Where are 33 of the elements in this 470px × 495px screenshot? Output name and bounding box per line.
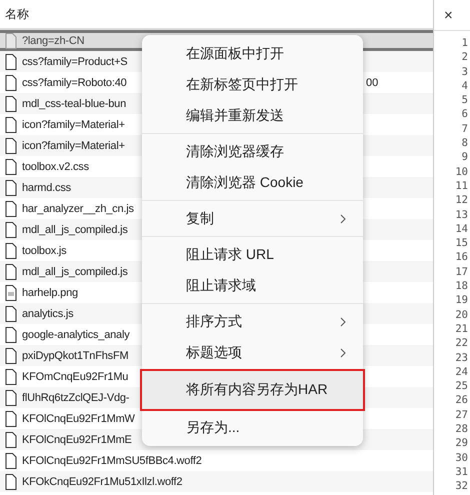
line-number: 16: [454, 250, 469, 265]
line-number: 22: [454, 336, 469, 351]
line-number: 20: [454, 308, 469, 322]
line-number: 25: [454, 379, 469, 394]
line-number: 32: [454, 479, 469, 494]
line-number: 1: [460, 36, 469, 50]
line-number: 3: [460, 64, 469, 79]
line-number: 5: [460, 93, 469, 108]
row-text: 00: [366, 76, 378, 88]
line-number: 31: [454, 464, 469, 480]
line-number: 27: [454, 408, 469, 422]
line-number: 29: [454, 436, 469, 451]
line-number: 26: [454, 393, 469, 408]
line-number: 7: [460, 122, 469, 136]
line-number: 12: [454, 193, 469, 208]
line-number: 24: [454, 364, 469, 380]
line-number: 14: [454, 222, 469, 236]
line-number: 10: [454, 164, 469, 179]
line-number: 28: [454, 422, 469, 436]
line-number: 6: [460, 107, 469, 122]
line-number: 4: [460, 78, 469, 94]
line-number: 18: [454, 279, 469, 294]
line-number: 21: [454, 322, 469, 336]
line-number: 8: [460, 136, 469, 150]
line-number: 15: [454, 236, 469, 250]
line-number: 13: [454, 208, 469, 222]
line-number: 19: [454, 293, 469, 308]
line-number: 23: [454, 350, 469, 365]
line-number: 9: [460, 150, 469, 165]
line-number: 30: [454, 450, 469, 465]
line-number: 17: [454, 264, 469, 280]
line-number: 2: [460, 50, 469, 65]
line-number: 11: [454, 178, 469, 194]
